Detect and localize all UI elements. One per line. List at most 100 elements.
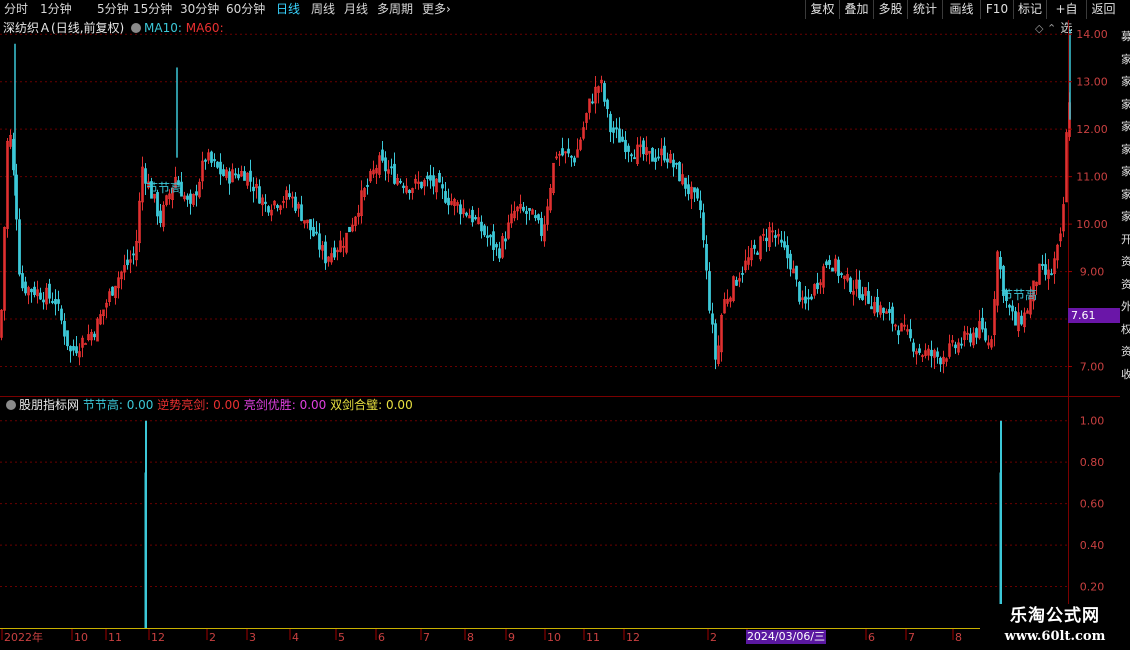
right-strip-char: 权 xyxy=(1121,322,1130,336)
candle-down xyxy=(195,191,198,196)
indicator-value: 0.00 xyxy=(299,398,327,412)
candle-down xyxy=(384,157,387,172)
x-tick-label: 7 xyxy=(423,631,430,644)
indicator-shuangjian: 双剑合璧: 0.00 xyxy=(330,398,413,412)
candle-down xyxy=(567,148,570,154)
candle-down xyxy=(309,219,312,231)
candle-down xyxy=(243,171,246,181)
candle-down xyxy=(75,346,78,354)
x-tick-label: 8 xyxy=(955,631,962,644)
candle-down xyxy=(381,149,384,161)
candle-down xyxy=(252,186,255,192)
indicator-nishi: 逆势亮剑: 0.00 xyxy=(157,398,240,412)
candle-down xyxy=(816,282,819,290)
candle-down xyxy=(393,163,396,184)
x-tick-label: 6 xyxy=(868,631,875,644)
candle-down xyxy=(24,281,27,294)
candle-down xyxy=(1008,304,1011,308)
candle-down xyxy=(315,231,318,234)
candle-down xyxy=(678,162,681,182)
x-tick-label: 8 xyxy=(467,631,474,644)
candle-down xyxy=(60,308,63,321)
candle-down xyxy=(312,227,315,237)
price-tick-label: 9.00 xyxy=(1080,266,1105,279)
candle-down xyxy=(939,357,942,365)
candle-down xyxy=(795,265,798,280)
right-strip-char: 募 xyxy=(1121,30,1130,43)
current-price-label: 7.61 xyxy=(1068,308,1120,323)
candle-down xyxy=(849,277,852,292)
indicator-value: 0.00 xyxy=(126,398,154,412)
candle-down xyxy=(483,225,486,236)
candle-down xyxy=(459,204,462,215)
candle-down xyxy=(471,209,474,223)
candle-down xyxy=(633,157,636,160)
candle-down xyxy=(492,231,495,250)
candle-down xyxy=(663,145,666,161)
kline-chart[interactable]: 14.0013.0012.0011.0010.009.008.007.001.0… xyxy=(0,0,1120,650)
indicator-title: 股朋指标网 节节高: 0.00 逆势亮剑: 0.00 亮剑优胜: 0.00 双剑… xyxy=(3,397,413,413)
candle-down xyxy=(258,186,261,204)
candle-down xyxy=(666,158,669,163)
candle-down xyxy=(1044,264,1047,275)
price-tick-label: 14.00 xyxy=(1076,28,1108,41)
candle-down xyxy=(735,279,738,286)
x-tick-label: 10 xyxy=(74,631,88,644)
candle-down xyxy=(447,197,450,206)
right-strip-char: 家 xyxy=(1121,187,1130,201)
candle-down xyxy=(837,259,840,276)
candle-down xyxy=(1011,305,1014,312)
watermark-title: 乐淘公式网 xyxy=(1010,606,1100,626)
candle-down xyxy=(234,173,237,176)
right-strip-char: 资 xyxy=(1121,345,1130,358)
marker-label: 节节高 xyxy=(146,181,183,195)
x-tick-label: 3 xyxy=(249,631,256,644)
candle-down xyxy=(249,170,252,182)
candle-down xyxy=(222,169,225,176)
candle-down xyxy=(693,187,696,193)
candle-down xyxy=(627,145,630,152)
candle-down xyxy=(441,184,444,189)
candle-down xyxy=(657,156,660,159)
x-tick-label: 12 xyxy=(626,631,640,644)
candle-down xyxy=(570,155,573,158)
candle-down xyxy=(909,329,912,339)
marker-label: 节节高 xyxy=(1001,288,1038,302)
candle-down xyxy=(828,259,831,265)
candle-down xyxy=(786,245,789,259)
candle-down xyxy=(48,283,51,299)
candle-down xyxy=(294,196,297,211)
candle-down xyxy=(288,193,291,197)
indicator-settings-icon[interactable] xyxy=(6,400,16,410)
candle-down xyxy=(93,333,96,338)
candle-down xyxy=(912,342,915,352)
candle-down xyxy=(426,175,429,179)
indicator-label: 双剑合璧: xyxy=(330,398,383,412)
x-tick-label: 7 xyxy=(908,631,915,644)
candle-down xyxy=(783,241,786,248)
candle-down xyxy=(465,212,468,216)
candle-down xyxy=(402,185,405,188)
candle-down xyxy=(831,267,834,272)
candle-down xyxy=(489,234,492,238)
candle-down xyxy=(504,238,507,242)
candle-down xyxy=(324,241,327,264)
x-tick-label: 9 xyxy=(508,631,515,644)
price-tick-label: 12.00 xyxy=(1076,123,1108,136)
candle-down xyxy=(609,113,612,133)
candle-down xyxy=(858,279,861,299)
price-tick-label: 10.00 xyxy=(1076,218,1108,231)
candle-down xyxy=(918,348,921,353)
candle-down xyxy=(228,171,231,184)
candle-down xyxy=(213,159,216,162)
right-strip-char: 资 xyxy=(1121,277,1130,291)
candle-down xyxy=(429,175,432,181)
candle-down xyxy=(876,296,879,313)
candle-down xyxy=(969,333,972,343)
indicator-tick-label: 0.80 xyxy=(1080,456,1105,469)
indicator-tick-label: 0.20 xyxy=(1080,581,1105,594)
candle-down xyxy=(438,172,441,183)
x-tick-label: 11 xyxy=(586,631,600,644)
candle-down xyxy=(480,221,483,232)
candle-down xyxy=(126,259,129,266)
